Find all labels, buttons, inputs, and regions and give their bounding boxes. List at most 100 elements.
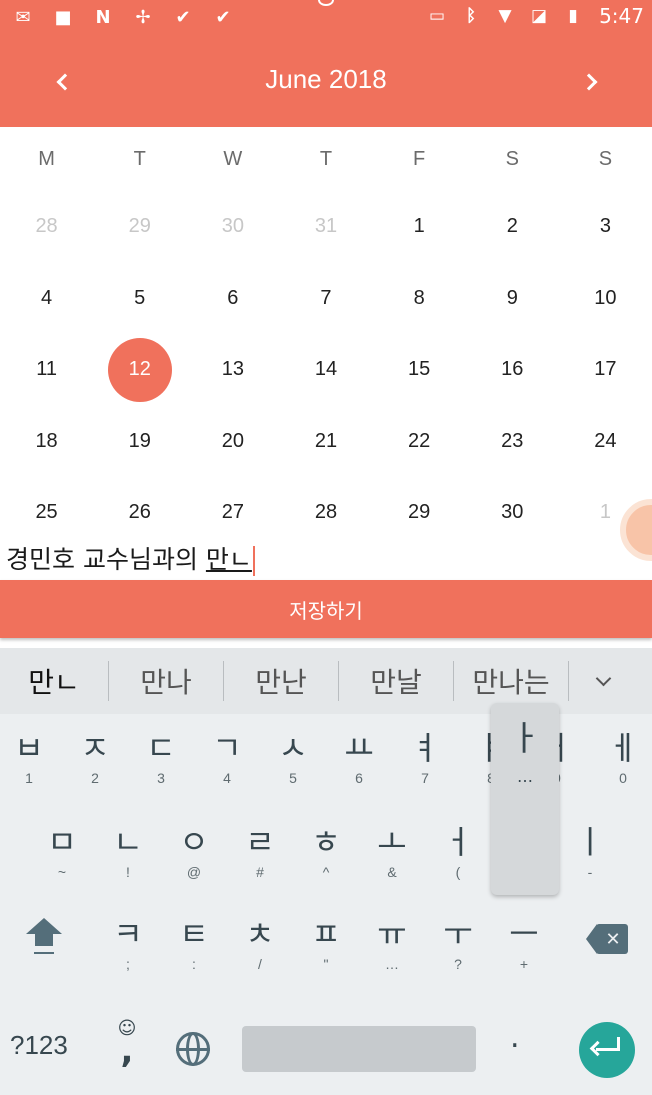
calendar-day[interactable]: 18 <box>0 406 93 478</box>
key-hint: ! <box>126 864 130 880</box>
calendar-day[interactable]: 9 <box>466 263 559 335</box>
key-ㄷ[interactable]: ㄷ3 <box>128 714 194 800</box>
more-suggestions-button[interactable] <box>569 648 637 714</box>
key-ㅛ[interactable]: ㅛ6 <box>326 714 392 800</box>
calendar-day-label: 27 <box>221 501 244 524</box>
key-char: ㅂ <box>14 729 44 767</box>
globe-icon[interactable] <box>176 1032 210 1066</box>
memo-input[interactable]: 경민호 교수님과의 만ㄴ <box>6 540 261 576</box>
popup-key-hint: … <box>517 767 533 786</box>
calendar-day[interactable]: 16 <box>466 334 559 406</box>
calendar-day[interactable]: 4 <box>0 263 93 335</box>
next-month-button[interactable] <box>570 60 614 104</box>
calendar-day[interactable]: 26 <box>93 477 186 549</box>
calendar-day-label: 5 <box>134 286 146 309</box>
calendar-day[interactable]: 5 <box>93 263 186 335</box>
calendar-day-label: 21 <box>314 429 338 452</box>
calendar-day[interactable]: 8 <box>373 263 466 335</box>
calendar-day[interactable]: 30 <box>186 191 279 263</box>
calendar-day[interactable]: 24 <box>559 406 652 478</box>
calendar-day[interactable]: 14 <box>279 334 372 406</box>
key-ㅍ[interactable]: ㅍ " <box>293 900 359 986</box>
calendar-day[interactable]: 13 <box>186 334 279 406</box>
calendar-day-selected[interactable]: 12 <box>93 334 186 406</box>
key-ㅅ[interactable]: ㅅ5 <box>260 714 326 800</box>
calendar-day[interactable]: 29 <box>93 191 186 263</box>
key-ㄱ[interactable]: ㄱ4 <box>194 714 260 800</box>
shift-key[interactable] <box>12 918 78 968</box>
no-sim-icon: ◪ <box>531 6 548 26</box>
calendar-day[interactable]: 1 <box>373 191 466 263</box>
key-char: ㅗ <box>377 823 407 861</box>
key-ㅋ[interactable]: ㅋ; <box>95 900 161 986</box>
suggestion-item[interactable]: 만날 <box>339 648 453 714</box>
space-bar[interactable] <box>242 1026 476 1072</box>
key-ㅣ[interactable]: ㅣ- <box>557 808 623 894</box>
calendar-week-row: 18 19 20 21 22 23 24 <box>0 406 652 478</box>
weekday-label: S <box>505 147 519 170</box>
key-ㄹ[interactable]: ㄹ # <box>227 808 293 894</box>
key-ㅗ[interactable]: ㅗ & <box>359 808 425 894</box>
key-hint: 5 <box>289 770 297 786</box>
key-ㅁ[interactable]: ㅁ ~ <box>29 808 95 894</box>
calendar-day[interactable]: 7 <box>279 263 372 335</box>
enter-key[interactable] <box>579 1022 635 1078</box>
suggestion-item[interactable]: 만나 <box>109 648 223 714</box>
key-hint: ~ <box>57 864 67 880</box>
key-char: ㅔ <box>608 729 638 767</box>
calendar-day[interactable]: 30 <box>466 477 559 549</box>
weekday-label: M <box>38 147 55 170</box>
calendar-day-label: 23 <box>501 429 524 452</box>
calendar-day[interactable]: 6 <box>186 263 279 335</box>
key-char: ㅋ <box>113 915 143 953</box>
suggestion-item[interactable]: 만ㄴ <box>0 648 108 714</box>
key-ㅔ[interactable]: ㅔ0 <box>590 714 652 800</box>
key-hint: 2 <box>91 770 99 786</box>
calendar-day[interactable]: 22 <box>373 406 466 478</box>
calendar-day[interactable]: 3 <box>559 191 652 263</box>
calendar-day[interactable]: 21 <box>279 406 372 478</box>
calendar-day[interactable]: 11 <box>0 334 93 406</box>
key-ㅇ[interactable]: ㅇ @ <box>161 808 227 894</box>
calendar-day[interactable]: 19 <box>93 406 186 478</box>
calendar-day[interactable]: 15 <box>373 334 466 406</box>
symbols-key[interactable]: ?123 <box>10 1030 68 1061</box>
calendar-day-label: 15 <box>408 358 431 381</box>
backspace-key[interactable]: ✕ <box>586 924 628 954</box>
calendar-day[interactable]: 10 <box>559 263 652 335</box>
key-char: ㅛ <box>344 729 374 767</box>
month-navigation: June 2018 <box>0 52 652 112</box>
calendar-week-row: 28 29 30 31 1 2 3 <box>0 191 652 263</box>
calendar-day[interactable]: 31 <box>279 191 372 263</box>
calendar-day[interactable]: 28 <box>279 477 372 549</box>
key-ㅎ[interactable]: ㅎ ^ <box>293 808 359 894</box>
key-hint: ^ <box>322 864 330 880</box>
calendar-day[interactable]: 27 <box>186 477 279 549</box>
key-ㅡ[interactable]: ㅡ + <box>491 900 557 986</box>
key-ㅓ[interactable]: ㅓ( <box>425 808 491 894</box>
calendar-day-label: 28 <box>314 501 338 524</box>
calendar-day[interactable]: 23 <box>466 406 559 478</box>
calendar-day[interactable]: 20 <box>186 406 279 478</box>
key-ㅈ[interactable]: ㅈ2 <box>62 714 128 800</box>
key-ㅠ[interactable]: ㅠ… <box>359 900 425 986</box>
calendar-day-label: 12 <box>107 337 172 402</box>
key-ㅜ[interactable]: ㅜ? <box>425 900 491 986</box>
calendar-day[interactable]: 2 <box>466 191 559 263</box>
calendar-day[interactable]: 29 <box>373 477 466 549</box>
camera-notch <box>318 0 334 6</box>
calendar-day[interactable]: 17 <box>559 334 652 406</box>
suggestion-item[interactable]: 만난 <box>224 648 338 714</box>
key-ㅕ[interactable]: ㅕ7 <box>392 714 458 800</box>
key-ㅌ[interactable]: ㅌ: <box>161 900 227 986</box>
key-ㅂ[interactable]: ㅂ1 <box>0 714 62 800</box>
emoji-comma-key[interactable]: ☺ , <box>110 1018 144 1078</box>
key-hint: ? <box>454 956 462 972</box>
bluetooth-icon: ᛒ <box>465 6 477 26</box>
key-ㄴ[interactable]: ㄴ! <box>95 808 161 894</box>
save-button[interactable]: 저장하기 <box>0 580 652 638</box>
calendar-day[interactable]: 28 <box>0 191 93 263</box>
calendar-day[interactable]: 25 <box>0 477 93 549</box>
period-key[interactable]: . <box>510 1020 520 1055</box>
key-ㅊ[interactable]: ㅊ / <box>227 900 293 986</box>
